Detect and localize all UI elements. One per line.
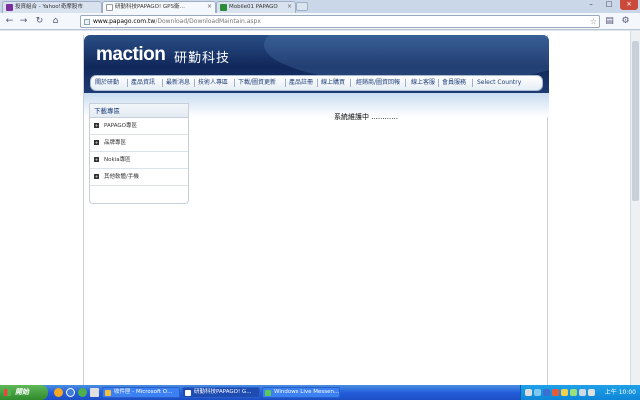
nav-item-member[interactable]: 會員服務 <box>442 76 466 90</box>
tray-icon[interactable] <box>552 389 559 396</box>
new-tab-button[interactable] <box>296 2 308 11</box>
tab-label: 研勤科技PAPAGO! GPS衛… <box>115 4 185 10</box>
nav-separator <box>285 79 286 87</box>
sidebar-item-label: 其他軟體/手機 <box>104 174 139 180</box>
taskbar-button-label: 收件匣 - Microsoft O… <box>114 389 173 395</box>
browser-toolbar: ← → ↻ ⌂ www.papago.com.tw/Download/Downl… <box>0 13 640 30</box>
quicklaunch-icon[interactable] <box>54 388 63 397</box>
plus-icon: + <box>94 123 99 128</box>
download-sidebar: 下載專區 + PAPAGO專區 + 品牌專區 + Nokia專區 + 其他軟體/… <box>89 103 189 204</box>
nav-item-register[interactable]: 產品註冊 <box>289 76 313 90</box>
chrome-icon[interactable] <box>78 388 87 397</box>
taskbar-button-browser[interactable]: 研勤科技PAPAGO! G… <box>182 387 260 398</box>
start-button[interactable]: 開始 <box>0 385 48 400</box>
nav-item-support[interactable]: 線上客服 <box>411 76 435 90</box>
browser-tab-mobile01[interactable]: Mobile01 PAPAGO × <box>216 1 296 13</box>
page-icon <box>84 19 90 25</box>
maximize-icon[interactable]: □ <box>600 0 618 10</box>
taskbar-button-messenger[interactable]: Windows Live Messen… <box>262 387 340 398</box>
maintenance-message: 系統維護中 ............ <box>334 113 398 121</box>
close-window-icon[interactable]: × <box>620 0 638 10</box>
nav-separator <box>127 79 128 87</box>
tray-icon[interactable] <box>561 389 568 396</box>
tray-icon[interactable] <box>543 389 550 396</box>
volume-icon[interactable] <box>579 389 586 396</box>
wrench-icon[interactable]: ⚙ <box>620 16 631 27</box>
windows-flag-icon <box>4 389 11 396</box>
ie-icon[interactable] <box>66 388 75 397</box>
nav-separator <box>194 79 195 87</box>
tray-icon[interactable] <box>534 389 541 396</box>
messenger-icon <box>265 390 271 396</box>
taskbar-button-outlook[interactable]: 收件匣 - Microsoft O… <box>102 387 180 398</box>
mobile01-favicon-icon <box>220 4 227 11</box>
sidebar-item-nokia[interactable]: + Nokia專區 <box>90 152 188 169</box>
url-path: /Download/DownloadMaintain.aspx <box>155 18 261 25</box>
minimize-icon[interactable]: – <box>582 0 600 10</box>
plus-icon: + <box>94 140 99 145</box>
yahoo-favicon-icon <box>6 4 13 11</box>
browser-tab-papago[interactable]: 研勤科技PAPAGO! GPS衛… × <box>102 1 216 13</box>
windows-taskbar: 開始 收件匣 - Microsoft O… 研勤科技PAPAGO! G… Win… <box>0 385 640 400</box>
nav-separator <box>472 79 473 87</box>
nav-item-products[interactable]: 產品資訊 <box>131 76 155 90</box>
address-bar[interactable]: www.papago.com.tw/Download/DownloadMaint… <box>80 15 600 28</box>
home-icon[interactable]: ⌂ <box>50 16 61 27</box>
taskbar-button-label: 研勤科技PAPAGO! G… <box>194 389 252 395</box>
sidebar-title: 下載專區 <box>90 104 188 118</box>
nav-item-buy[interactable]: 線上購買 <box>321 76 345 90</box>
sidebar-item-label: Nokia專區 <box>104 157 131 163</box>
site-container: maction 研勤科技 關於研勤 產品資訊 最新消息 技術人專區 下載/圖資更… <box>83 35 549 385</box>
taskbar-button-label: Windows Live Messen… <box>274 389 340 395</box>
start-label: 開始 <box>15 388 29 396</box>
taskbar-clock: 上午 10:00 <box>604 389 636 396</box>
main-nav: 關於研勤 產品資訊 最新消息 技術人專區 下載/圖資更新 產品註冊 線上購買 經… <box>90 75 543 91</box>
site-banner: maction 研勤科技 關於研勤 產品資訊 最新消息 技術人專區 下載/圖資更… <box>84 35 549 93</box>
tab-close-icon[interactable]: × <box>287 2 292 12</box>
tray-icon[interactable] <box>525 389 532 396</box>
nav-separator <box>438 79 439 87</box>
maction-logo[interactable]: maction <box>96 44 166 66</box>
company-name: 研勤科技 <box>174 51 231 66</box>
forward-arrow-icon[interactable]: → <box>18 16 29 27</box>
scrollbar-thumb[interactable] <box>632 41 639 201</box>
nav-item-select-country[interactable]: Select Country <box>477 76 521 90</box>
browser-icon <box>185 390 191 396</box>
sidebar-item-other[interactable]: + 其他軟體/手機 <box>90 169 188 186</box>
browser-tab-yahoo[interactable]: 投資組合 - Yahoo!奇摩股市 <box>2 1 102 13</box>
desktop-icon[interactable] <box>90 388 99 397</box>
nav-separator <box>234 79 235 87</box>
sidebar-item-label: 品牌專區 <box>104 140 127 146</box>
system-tray: 上午 10:00 <box>520 385 640 400</box>
page-viewport: maction 研勤科技 關於研勤 產品資訊 最新消息 技術人專區 下載/圖資更… <box>0 31 630 385</box>
url-host: www.papago.com.tw <box>93 18 156 25</box>
tray-icon[interactable] <box>570 389 577 396</box>
nav-item-dealers[interactable]: 經銷商/圖資回報 <box>356 76 400 90</box>
nav-separator <box>405 79 406 87</box>
nav-separator <box>317 79 318 87</box>
nav-item-about[interactable]: 關於研勤 <box>95 76 119 90</box>
sidebar-item-papago[interactable]: + PAPAGO專區 <box>90 118 188 135</box>
tab-label: Mobile01 PAPAGO <box>229 4 278 10</box>
nav-item-tech[interactable]: 技術人專區 <box>198 76 228 90</box>
back-arrow-icon[interactable]: ← <box>4 16 15 27</box>
nav-item-download[interactable]: 下載/圖資更新 <box>238 76 276 90</box>
reload-icon[interactable]: ↻ <box>34 16 45 27</box>
plus-icon: + <box>94 157 99 162</box>
page-menu-icon[interactable]: ▤ <box>604 16 615 27</box>
browser-tab-strip: 投資組合 - Yahoo!奇摩股市 研勤科技PAPAGO! GPS衛… × Mo… <box>0 0 640 13</box>
bookmark-star-icon[interactable]: ☆ <box>590 16 597 27</box>
page-favicon-icon <box>106 4 113 11</box>
outlook-icon <box>105 390 111 396</box>
page-scrollbar[interactable] <box>630 31 640 385</box>
tab-label: 投資組合 - Yahoo!奇摩股市 <box>15 4 83 10</box>
sidebar-item-brand[interactable]: + 品牌專區 <box>90 135 188 152</box>
nav-separator <box>350 79 351 87</box>
nav-separator <box>162 79 163 87</box>
plus-icon: + <box>94 174 99 179</box>
network-icon[interactable] <box>588 389 595 396</box>
nav-item-news[interactable]: 最新消息 <box>166 76 190 90</box>
tab-close-icon[interactable]: × <box>207 2 212 12</box>
sidebar-item-label: PAPAGO專區 <box>104 123 137 129</box>
